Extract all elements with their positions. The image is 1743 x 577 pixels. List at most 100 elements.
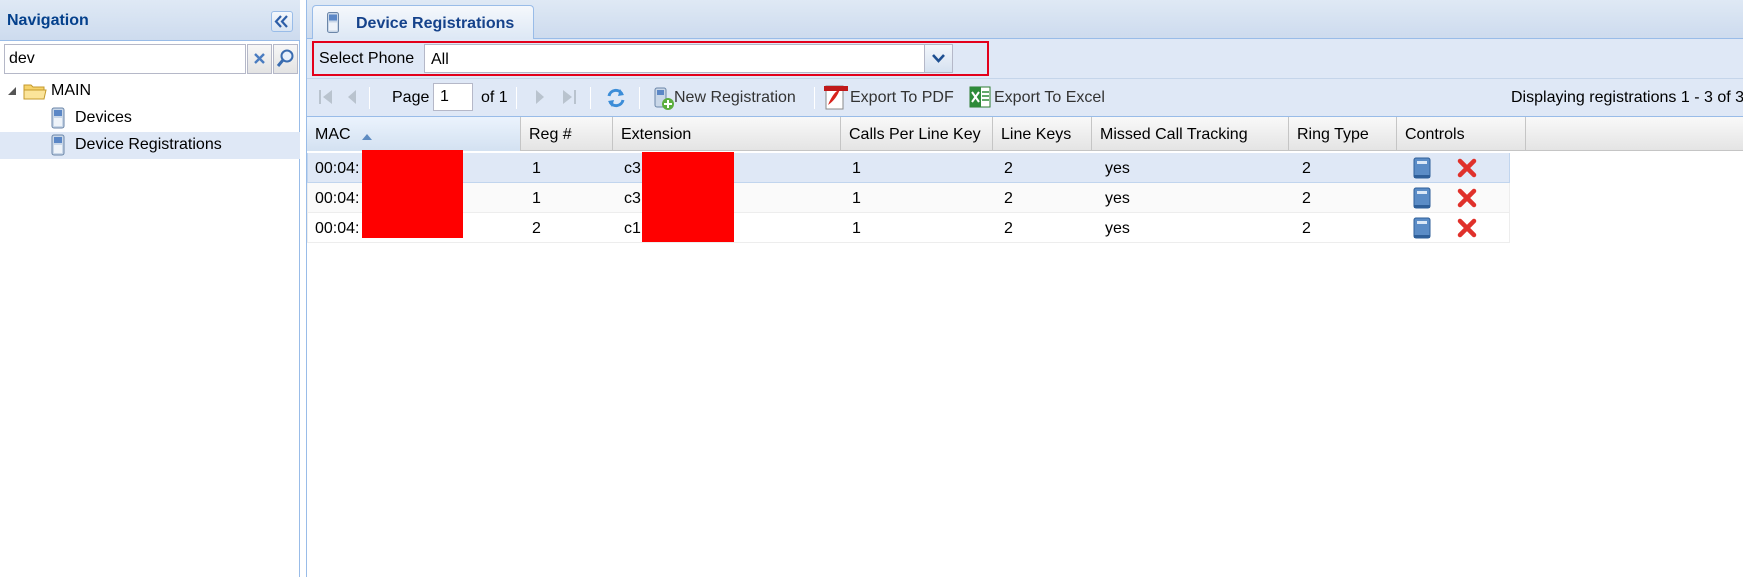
tree-item-devices[interactable]: Devices — [0, 105, 300, 132]
column-header-label: MAC — [315, 126, 351, 143]
clear-icon — [254, 53, 265, 64]
toolbar-separator — [590, 87, 591, 109]
toolbar-separator — [814, 87, 815, 109]
navigation-title: Navigation — [7, 12, 89, 29]
column-header-label: Calls Per Line Key — [849, 126, 981, 143]
navigation-tree: MAIN Devices Device Registrations — [0, 78, 300, 159]
cell-reg: 1 — [532, 160, 541, 177]
tab-device-registrations[interactable]: Device Registrations — [312, 5, 534, 39]
column-header-label: Missed Call Tracking — [1100, 126, 1248, 143]
column-header-extension[interactable]: Extension — [613, 117, 841, 151]
column-header-label: Controls — [1405, 126, 1465, 143]
cell-extension: c3 — [624, 160, 641, 177]
column-header-label: Extension — [621, 126, 692, 143]
edit-book-icon[interactable] — [1412, 157, 1432, 179]
navigation-panel: Navigation dev MAIN Devices Device Regis… — [0, 0, 300, 577]
export-excel-button[interactable]: Export To Excel — [969, 79, 1119, 117]
cell-line-keys: 2 — [1004, 220, 1013, 237]
tab-bar: Device Registrations — [307, 0, 1743, 39]
column-header-ring-type[interactable]: Ring Type — [1289, 117, 1397, 151]
column-header-label: Line Keys — [1001, 126, 1072, 143]
cell-extension: c3 — [624, 190, 641, 207]
collapse-panel-button[interactable] — [271, 11, 293, 32]
toolbar-separator — [516, 87, 517, 109]
next-page-icon[interactable] — [533, 87, 547, 107]
export-excel-label: Export To Excel — [994, 89, 1105, 106]
cell-extension: c1 — [624, 220, 641, 237]
cell-mac: 00:04: — [315, 160, 360, 177]
app-root: Navigation dev MAIN Devices Device Regis… — [0, 0, 1743, 577]
search-button[interactable] — [273, 44, 298, 74]
column-header-label: Ring Type — [1297, 126, 1369, 143]
cell-reg: 1 — [532, 190, 541, 207]
select-phone-label: Select Phone — [319, 50, 415, 67]
phone-icon — [51, 107, 65, 129]
delete-icon[interactable] — [1457, 188, 1477, 208]
delete-icon[interactable] — [1457, 218, 1477, 238]
cell-ring-type: 2 — [1302, 190, 1311, 207]
search-icon — [276, 49, 294, 67]
sort-ascending-icon — [362, 134, 372, 140]
select-phone-value: All — [431, 51, 449, 68]
cell-reg: 2 — [532, 220, 541, 237]
select-phone-dropdown-button[interactable] — [924, 44, 953, 73]
tree-expand-icon[interactable] — [7, 86, 17, 96]
edit-book-icon[interactable] — [1412, 217, 1432, 239]
phone-icon — [51, 134, 65, 156]
page-number-input[interactable] — [433, 83, 473, 111]
redaction-extension — [642, 152, 734, 242]
table-row[interactable]: 00:04: 1 c3 1 2 yes 2 — [307, 153, 1510, 183]
redaction-mac — [362, 150, 463, 238]
excel-icon — [969, 86, 991, 108]
tab-label: Device Registrations — [356, 15, 515, 32]
edit-book-icon[interactable] — [1412, 187, 1432, 209]
new-registration-label: New Registration — [674, 89, 796, 106]
tree-item-label: Device Registrations — [75, 136, 222, 153]
cell-line-keys: 2 — [1004, 160, 1013, 177]
cell-ring-type: 2 — [1302, 160, 1311, 177]
folder-icon — [23, 84, 47, 100]
pdf-icon — [824, 85, 848, 110]
table-row[interactable]: 00:04: 1 c3 1 2 yes 2 — [307, 183, 1510, 213]
column-header-calls-per-line-key[interactable]: Calls Per Line Key — [841, 117, 993, 151]
refresh-icon[interactable] — [605, 87, 627, 109]
paging-status: Displaying registrations 1 - 3 of 3 — [1511, 89, 1743, 106]
grid-header: MAC Reg # Extension Calls Per Line Key L… — [307, 117, 1743, 151]
tree-item-label: MAIN — [51, 82, 91, 99]
filter-bar: Select Phone All — [307, 39, 1743, 79]
paging-toolbar: Page of 1 — [307, 79, 1743, 117]
tree-item-main[interactable]: MAIN — [0, 78, 300, 105]
cell-calls-per-line-key: 1 — [852, 220, 861, 237]
navigation-search-input[interactable] — [4, 44, 246, 74]
column-header-controls: Controls — [1397, 117, 1526, 151]
cell-mac: 00:04: — [315, 190, 360, 207]
column-header-missed-call-tracking[interactable]: Missed Call Tracking — [1092, 117, 1289, 151]
delete-icon[interactable] — [1457, 158, 1477, 178]
export-pdf-button[interactable]: Export To PDF — [824, 79, 967, 117]
column-header-line-keys[interactable]: Line Keys — [993, 117, 1092, 151]
previous-page-icon[interactable] — [345, 87, 359, 107]
last-page-icon[interactable] — [560, 87, 578, 107]
new-registration-button[interactable]: New Registration — [653, 79, 797, 117]
cell-mac: 00:04: — [315, 220, 360, 237]
cell-calls-per-line-key: 1 — [852, 160, 861, 177]
tree-item-label: Devices — [75, 109, 132, 126]
column-header-mac[interactable]: MAC — [307, 117, 521, 151]
select-phone-combobox[interactable]: All — [424, 44, 929, 73]
phone-icon — [327, 12, 339, 33]
table-row[interactable]: 00:04: 2 c1 1 2 yes 2 — [307, 213, 1510, 243]
page-count-label: of 1 — [481, 89, 508, 106]
cell-line-keys: 2 — [1004, 190, 1013, 207]
tree-item-device-registrations[interactable]: Device Registrations — [0, 132, 300, 159]
column-header-reg[interactable]: Reg # — [521, 117, 613, 151]
toolbar-separator — [369, 87, 370, 109]
export-pdf-label: Export To PDF — [850, 89, 954, 106]
clear-search-button[interactable] — [247, 44, 272, 74]
toolbar-separator — [639, 87, 640, 109]
first-page-icon[interactable] — [317, 87, 335, 107]
column-header-label: Reg # — [529, 126, 572, 143]
cell-missed-call-tracking: yes — [1105, 190, 1130, 207]
main-panel: Device Registrations Select Phone All Pa… — [306, 0, 1743, 577]
page-label: Page — [392, 89, 430, 106]
navigation-header: Navigation — [0, 0, 300, 41]
